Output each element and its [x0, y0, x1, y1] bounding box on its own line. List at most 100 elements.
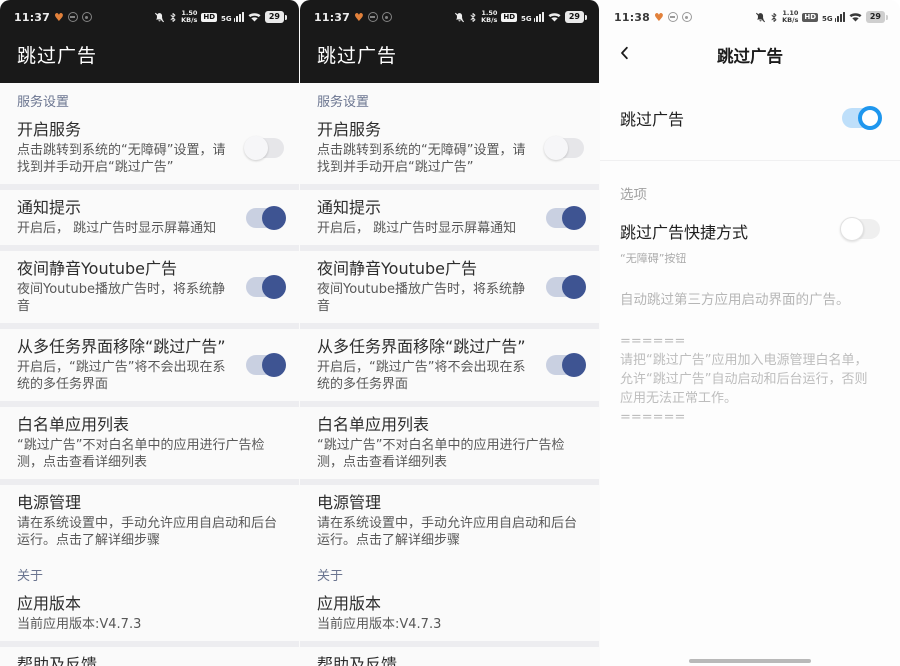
wifi-icon — [548, 12, 561, 22]
section-label-about: 关于 — [17, 569, 44, 584]
row-title: 应用版本 — [317, 594, 382, 613]
phone-right: 11:38 ♥ 1.10 KB/s HD 5G 29 跳过广告 跳过广告 选项 … — [600, 0, 900, 666]
row-subtitle: 开启后， 跳过广告时显示屏幕通知 — [17, 221, 217, 236]
row-recents-hide[interactable]: 从多任务界面移除“跳过广告” 开启后，“跳过广告”将不会出现在系统的多任务界面 — [0, 329, 299, 401]
page-title: 跳过广告 — [317, 45, 398, 67]
bluetooth-icon — [469, 12, 477, 23]
bluetooth-icon — [169, 12, 177, 23]
back-button[interactable] — [616, 44, 634, 66]
do-not-disturb-icon — [67, 12, 78, 22]
health-heart-icon: ♥ — [654, 10, 664, 24]
row-notification[interactable]: 通知提示 开启后， 跳过广告时显示屏幕通知 — [300, 190, 599, 245]
row-app-version[interactable]: 应用版本 当前应用版本:V4.7.3 — [300, 586, 599, 641]
bluetooth-icon — [770, 12, 778, 23]
do-not-disturb-icon — [667, 12, 678, 22]
row-help-feedback[interactable]: 帮助及反馈 查看应用说明文档，或者向作者提交反馈 — [300, 647, 599, 666]
page-title: 跳过广告 — [17, 45, 98, 67]
row-subtitle: “跳过广告”不对白名单中的应用进行广告检测，点击查看详细列表 — [317, 438, 565, 470]
status-bar: 11:38 ♥ 1.10 KB/s HD 5G 29 — [600, 0, 900, 28]
row-title: 电源管理 — [17, 493, 82, 512]
app-title-bar: 跳过广告 — [300, 28, 599, 83]
screen-record-icon — [681, 12, 692, 22]
toggle-knob — [544, 136, 568, 160]
card-service: 服务设置 开启服务 点击跳转到系统的“无障碍”设置，请找到并手动开启“跳过广告” — [300, 83, 599, 184]
youtube-mute-toggle[interactable] — [246, 275, 286, 299]
clock: 11:37 — [314, 10, 351, 24]
recents-hide-toggle[interactable] — [246, 353, 286, 377]
notification-muted-icon — [454, 12, 465, 23]
row-title: 帮助及反馈 — [317, 655, 398, 666]
row-app-version[interactable]: 应用版本 当前应用版本:V4.7.3 — [0, 586, 299, 641]
service-note: ====== 请把“跳过广告”应用加入电源管理白名单，允许“跳过广告”自动启动和… — [620, 332, 880, 427]
row-title: 夜间静音Youtube广告 — [17, 259, 177, 278]
row-enable-service[interactable]: 开启服务 点击跳转到系统的“无障碍”设置，请找到并手动开启“跳过广告” — [300, 112, 599, 184]
row-recents-hide[interactable]: 从多任务界面移除“跳过广告” 开启后，“跳过广告”将不会出现在系统的多任务界面 — [300, 329, 599, 401]
row-title: 帮助及反馈 — [17, 655, 98, 666]
status-bar: 11:37 ♥ 1.50 KB/s HD 5G 29 — [0, 0, 299, 28]
page-title: 跳过广告 — [717, 47, 783, 66]
section-label-service: 服务设置 — [17, 95, 70, 110]
row-title: 开启服务 — [17, 120, 82, 139]
hd-badge: HD — [201, 12, 218, 22]
row-title: 从多任务界面移除“跳过广告” — [317, 337, 526, 356]
row-subtitle: 当前应用版本:V4.7.3 — [17, 617, 142, 632]
row-notification[interactable]: 通知提示 开启后， 跳过广告时显示屏幕通知 — [0, 190, 299, 245]
battery-indicator: 29 — [865, 11, 888, 23]
youtube-mute-toggle[interactable] — [546, 275, 586, 299]
row-enable-service[interactable]: 开启服务 点击跳转到系统的“无障碍”设置，请找到并手动开启“跳过广告” — [0, 112, 299, 184]
notification-toggle[interactable] — [546, 205, 586, 230]
screen-record-icon — [381, 12, 392, 22]
row-subtitle: “跳过广告”不对白名单中的应用进行广告检测，点击查看详细列表 — [17, 438, 265, 470]
toggle-knob — [562, 275, 586, 299]
enable-service-toggle[interactable] — [244, 136, 284, 160]
home-indicator[interactable] — [689, 659, 811, 663]
health-heart-icon: ♥ — [354, 10, 364, 24]
row-youtube-mute[interactable]: 夜间静音Youtube广告 夜间Youtube播放广告时，将系统静音 — [300, 251, 599, 323]
notification-toggle[interactable] — [246, 205, 286, 230]
row-subtitle: “无障碍”按钮 — [620, 252, 687, 265]
row-title: 通知提示 — [17, 198, 82, 217]
wifi-icon — [248, 12, 261, 22]
row-help-feedback[interactable]: 帮助及反馈 查看应用说明文档，或者向作者提交反馈 — [0, 647, 299, 666]
toggle-knob — [262, 205, 286, 230]
note-divider-bottom: ====== — [620, 410, 686, 425]
row-title: 跳过广告快捷方式 — [620, 223, 749, 242]
row-title: 夜间静音Youtube广告 — [317, 259, 477, 278]
card-whitelist: 白名单应用列表 “跳过广告”不对白名单中的应用进行广告检测，点击查看详细列表 — [0, 407, 299, 479]
card-notification: 通知提示 开启后， 跳过广告时显示屏幕通知 — [0, 190, 299, 245]
row-subtitle: 点击跳转到系统的“无障碍”设置，请找到并手动开启“跳过广告” — [317, 143, 526, 175]
skip-ads-master-toggle[interactable] — [842, 106, 882, 130]
card-youtube-mute: 夜间静音Youtube广告 夜间Youtube播放广告时，将系统静音 — [300, 251, 599, 323]
row-whitelist[interactable]: 白名单应用列表 “跳过广告”不对白名单中的应用进行广告检测，点击查看详细列表 — [0, 407, 299, 479]
hd-badge: HD — [501, 12, 518, 22]
recents-hide-toggle[interactable] — [546, 353, 586, 377]
do-not-disturb-icon — [367, 12, 378, 22]
section-label-options: 选项 — [620, 187, 647, 203]
row-power-management[interactable]: 电源管理 请在系统设置中，手动允许应用自启动和后台运行。点击了解详细步骤 — [300, 485, 599, 557]
shortcut-toggle[interactable] — [840, 217, 880, 241]
hd-badge: HD — [802, 12, 819, 22]
notification-muted-icon — [755, 12, 766, 23]
card-service: 服务设置 开启服务 点击跳转到系统的“无障碍”设置，请找到并手动开启“跳过广告” — [0, 83, 299, 184]
row-skip-ads-master[interactable]: 跳过广告 — [600, 78, 900, 160]
row-power-management[interactable]: 电源管理 请在系统设置中，手动允许应用自启动和后台运行。点击了解详细步骤 — [0, 485, 299, 557]
row-title: 白名单应用列表 — [17, 415, 130, 434]
row-subtitle: 开启后，“跳过广告”将不会出现在系统的多任务界面 — [317, 360, 526, 392]
row-subtitle: 当前应用版本:V4.7.3 — [317, 617, 442, 632]
row-subtitle: 夜间Youtube播放广告时，将系统静音 — [17, 282, 225, 314]
card-notification: 通知提示 开启后， 跳过广告时显示屏幕通知 — [300, 190, 599, 245]
row-subtitle: 点击跳转到系统的“无障碍”设置，请找到并手动开启“跳过广告” — [17, 143, 226, 175]
nav-bar: 跳过广告 — [600, 32, 900, 78]
enable-service-toggle[interactable] — [544, 136, 584, 160]
row-whitelist[interactable]: 白名单应用列表 “跳过广告”不对白名单中的应用进行广告检测，点击查看详细列表 — [300, 407, 599, 479]
row-title: 应用版本 — [17, 594, 82, 613]
cell-signal-icon: 5G — [822, 12, 845, 23]
toggle-knob — [562, 205, 586, 230]
row-youtube-mute[interactable]: 夜间静音Youtube广告 夜间Youtube播放广告时，将系统静音 — [0, 251, 299, 323]
row-shortcut[interactable]: 跳过广告快捷方式 “无障碍”按钮 — [620, 217, 880, 266]
app-title-bar: 跳过广告 — [0, 28, 299, 83]
network-speed: 1.50 KB/s — [481, 9, 498, 24]
screen-record-icon — [81, 12, 92, 22]
toggle-knob — [562, 353, 586, 377]
row-subtitle: 请在系统设置中，手动允许应用自启动和后台运行。点击了解详细步骤 — [317, 516, 578, 548]
